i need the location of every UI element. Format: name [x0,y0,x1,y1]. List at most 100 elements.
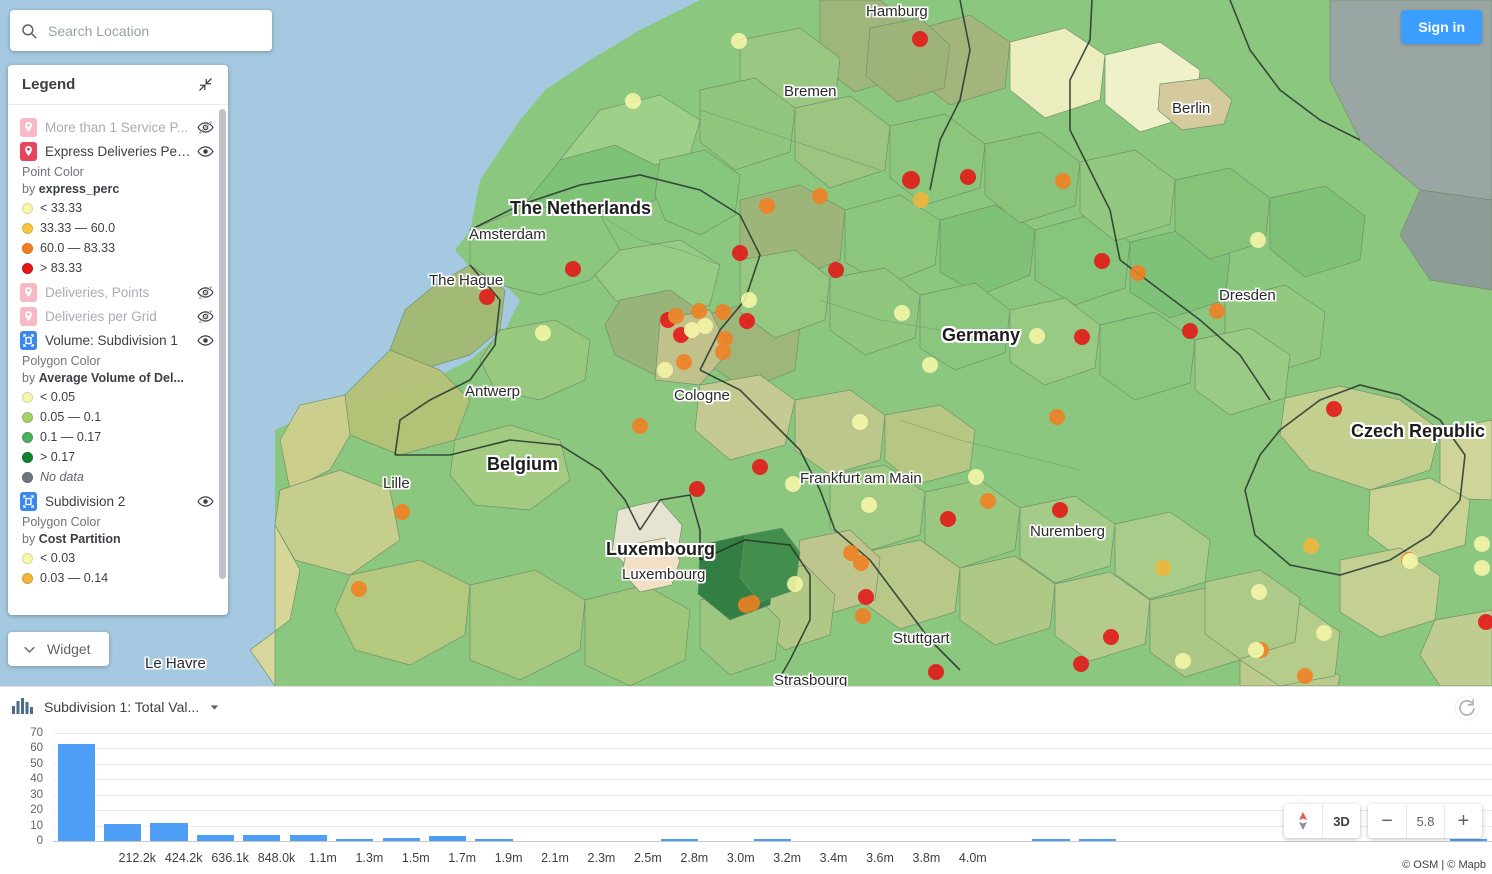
gridline [53,794,1492,796]
search-icon [22,23,37,38]
legend-layer-label: More than 1 Service P... [45,120,189,135]
histogram-bar[interactable] [289,834,327,841]
histogram-bar[interactable] [1032,838,1070,841]
legend-swatch-dot [22,262,33,274]
polygon-layer-icon [20,492,37,511]
x-axis-tick: 3.4m [819,851,848,865]
zoom-out-button[interactable]: − [1368,804,1406,838]
widget-button[interactable]: Widget [8,632,109,666]
legend-by-prefix: by [22,371,36,385]
legend-swatch-dot [22,242,33,254]
compass-button[interactable] [1284,804,1322,838]
eye-off-icon[interactable] [197,284,214,301]
chart-title: Subdivision 1: Total Val... [44,699,200,715]
histogram-bar[interactable] [428,836,467,841]
chart-panel: Subdivision 1: Total Val... 0 10 20 30 40 50 6… [0,686,1492,874]
legend-swatch-row: < 0.03 [22,548,214,568]
x-axis-tick: 3.2m [773,851,802,865]
histogram-bar[interactable] [661,838,699,841]
legend-layer-label: Subdivision 2 [45,494,126,509]
y-axis-tick: 70 [30,727,43,739]
legend-layer-1[interactable]: More than 1 Service P... [20,118,214,137]
legend-layer-2[interactable]: Express Deliveries Per... [20,142,214,161]
histogram-bar[interactable] [243,834,281,841]
refresh-icon[interactable] [1454,695,1480,721]
y-axis-tick: 40 [30,773,43,786]
legend-title: Legend [22,76,76,93]
legend-swatch-dot [22,451,33,463]
legend-field-name: Cost Partition [38,532,121,546]
legend-swatch-label: < 33.33 [40,201,83,215]
legend-layer-4[interactable]: Deliveries per Grid [20,307,214,326]
legend-by-prefix: by [22,532,36,546]
x-axis-tick: 3.0m [726,851,755,865]
y-axis-tick: 50 [30,757,43,770]
eye-icon[interactable] [197,332,214,349]
legend-body[interactable]: More than 1 Service P... Express Deliver… [8,105,228,615]
legend-swatch-label: < 0.03 [40,551,76,565]
x-axis-tick: 4.0m [958,851,987,865]
sign-in-button[interactable]: Sign in [1401,10,1482,44]
legend-swatch-label: 60.0 — 83.33 [40,241,116,255]
histogram-bar[interactable] [104,824,142,841]
legend-swatch-row: 0.05 — 0.1 [22,407,214,427]
histogram-bar[interactable] [753,838,792,841]
histogram-bar[interactable] [57,743,95,841]
eye-off-icon[interactable] [197,308,214,325]
legend-layer-label: Volume: Subdivision 1 [45,333,178,348]
legend-swatch-dot [22,431,33,443]
histogram-bar[interactable] [1078,838,1116,841]
histogram-bar[interactable] [475,838,513,841]
legend-swatch-row: < 0.05 [22,387,214,407]
y-axis-tick: 30 [30,788,43,801]
histogram-bar[interactable] [1450,838,1488,841]
x-axis-tick: 2.3m [587,851,616,865]
legend-swatch-row: 60.0 — 83.33 [22,238,214,258]
legend-swatch-label: > 83.33 [40,261,83,275]
search-box[interactable] [10,10,272,51]
legend-panel[interactable]: Legend More than 1 Service P... Express … [8,65,228,615]
legend-swatch-row: < 33.33 [22,198,214,218]
legend-swatch-dot [22,471,33,483]
map-controls[interactable]: 3D − 5.8 + [1284,804,1482,838]
chart-header: Subdivision 1: Total Val... [0,687,1492,723]
collapse-arrows-icon[interactable] [197,76,214,93]
legend-layer-5[interactable]: Volume: Subdivision 1 [20,331,214,350]
x-axis-tick: 424.2k [164,851,203,865]
eye-icon[interactable] [197,493,214,510]
legend-swatch-dot [22,391,33,403]
histogram-bar[interactable] [196,834,235,841]
legend-swatch-label: < 0.05 [40,390,76,404]
legend-layer-label: Deliveries per Grid [45,309,157,324]
pitch-3d-button[interactable]: 3D [1322,804,1360,838]
gridline [53,825,1492,827]
eye-icon[interactable] [197,143,214,160]
legend-swatch-label: 33.33 — 60.0 [40,221,116,235]
map-pin-icon [20,118,37,137]
histogram-plot[interactable]: 0 10 20 30 40 50 60 70 212.2k 424.2k 636.1k 848.0k 1… [0,723,1492,874]
legend-layer-6[interactable]: Subdivision 2 [20,492,214,511]
x-axis-tick: 2.1m [541,851,569,865]
legend-scrollbar[interactable] [219,109,226,579]
eye-off-icon[interactable] [197,119,214,136]
map-attribution[interactable]: © OSM | © Mapb [1398,858,1490,872]
histogram-bar[interactable] [336,838,374,841]
zoom-in-button[interactable]: + [1444,804,1482,838]
zoom-level-display[interactable]: 5.8 [1406,804,1444,838]
x-axis-tick: 2.5m [633,851,662,865]
legend-swatch-label: 0.03 — 0.14 [40,571,109,585]
search-input[interactable] [48,22,262,39]
legend-swatch-row: No data [22,467,214,487]
legend-layer-3[interactable]: Deliveries, Points [20,283,214,302]
legend-layer-list: More than 1 Service P... Express Deliver… [8,118,228,588]
chevron-down-icon[interactable] [208,701,221,714]
legend-swatch-label: No data [40,470,84,484]
x-axis-tick: 1.3m [355,851,384,865]
legend-swatch-row: 0.03 — 0.14 [22,568,214,588]
legend-swatch-dot [22,411,33,423]
histogram-bar[interactable] [150,822,188,841]
histogram-bar[interactable] [382,837,420,841]
gridline [53,763,1492,765]
x-axis-tick: 1.5m [401,851,430,865]
y-axis-tick: 10 [30,819,43,832]
